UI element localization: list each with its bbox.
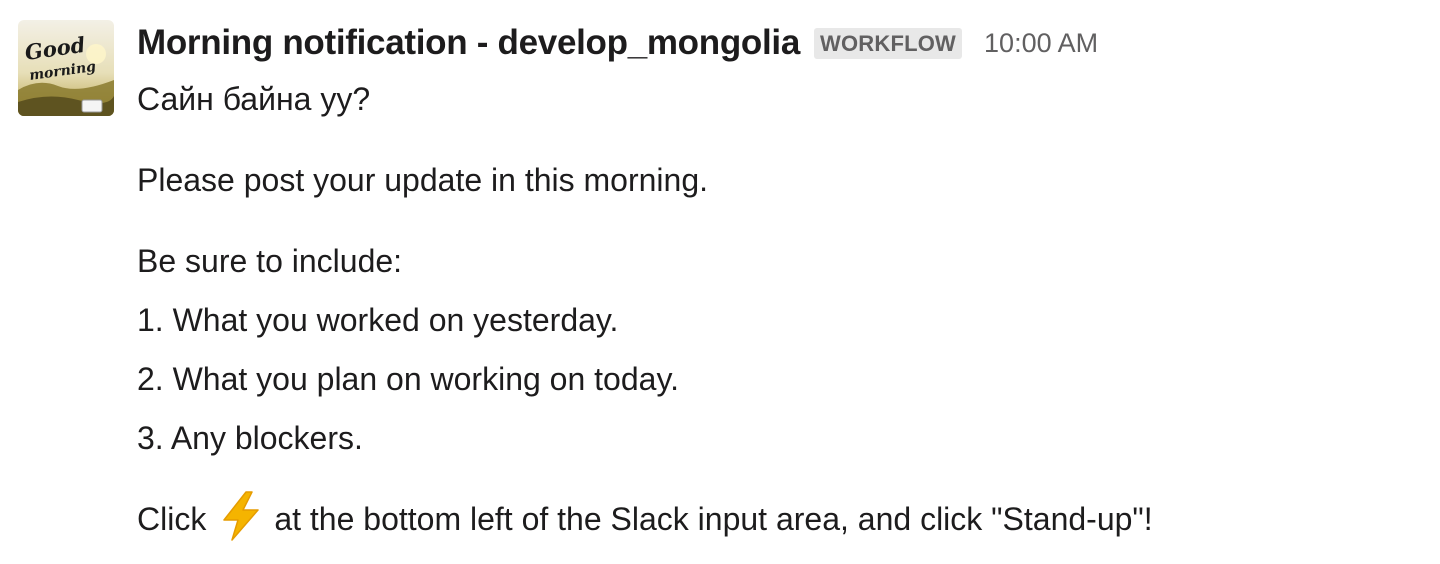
message-header: Morning notification - develop_mongolia …: [137, 14, 1427, 72]
instruction-text: Click at the bottom left of the Slack inp…: [137, 490, 1427, 549]
message-item[interactable]: Good morning Morning notification - deve…: [0, 0, 1440, 564]
good-morning-avatar-icon: Good morning: [18, 20, 114, 116]
avatar[interactable]: Good morning: [18, 20, 114, 116]
sender-name[interactable]: Morning notification - develop_mongolia: [137, 23, 800, 63]
include-intro-text: Be sure to include:: [137, 243, 403, 279]
list-item: 1. What you worked on yesterday.: [137, 302, 619, 338]
instruction-after-icon: at the bottom left of the Slack input ar…: [274, 501, 1153, 537]
lightning-bolt-icon: [218, 490, 264, 542]
list-item: 3. Any blockers.: [137, 420, 363, 456]
message-timestamp[interactable]: 10:00 AM: [984, 28, 1098, 59]
request-text: Please post your update in this morning.: [137, 162, 708, 198]
instruction-before-icon: Click: [137, 501, 207, 537]
greeting-text: Сайн байна уу?: [137, 81, 371, 117]
workflow-badge: WORKFLOW: [814, 27, 963, 59]
message-content: Morning notification - develop_mongolia …: [137, 14, 1427, 549]
list-item: 2. What you plan on working on today.: [137, 361, 679, 397]
